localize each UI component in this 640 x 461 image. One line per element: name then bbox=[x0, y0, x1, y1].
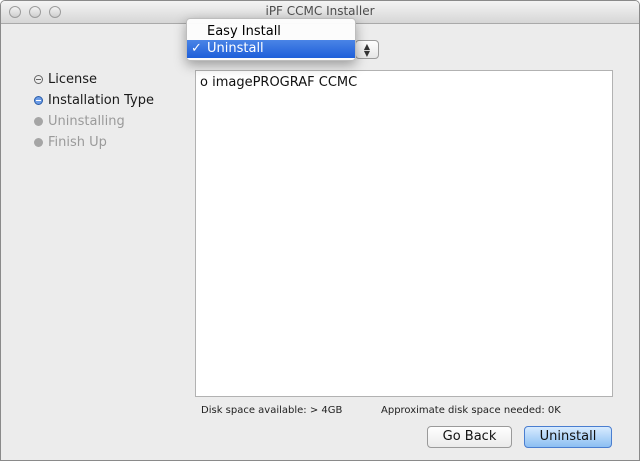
step-pending-icon bbox=[34, 117, 43, 126]
checkmark-icon: ✓ bbox=[191, 41, 202, 56]
component-list[interactable]: o imagePROGRAF CCMC bbox=[195, 70, 613, 397]
disk-space-needed: Approximate disk space needed: 0K bbox=[381, 405, 561, 416]
step-uninstalling: Uninstalling bbox=[34, 111, 154, 132]
step-finish-up: Finish Up bbox=[34, 132, 154, 153]
step-installation-type: Installation Type bbox=[34, 90, 154, 111]
installer-steps-sidebar: License Installation Type Uninstalling F… bbox=[34, 69, 154, 153]
menu-item-label: Easy Install bbox=[207, 24, 281, 39]
menu-item-label: Uninstall bbox=[207, 41, 264, 56]
menu-item-uninstall[interactable]: ✓ Uninstall bbox=[187, 40, 355, 58]
disk-space-available: Disk space available: > 4GB bbox=[201, 405, 343, 416]
window-title: iPF CCMC Installer bbox=[265, 4, 375, 18]
uninstall-button[interactable]: Uninstall bbox=[524, 426, 612, 448]
step-done-icon bbox=[34, 75, 43, 84]
menu-item-easy-install[interactable]: Easy Install bbox=[187, 23, 355, 41]
step-license: License bbox=[34, 69, 154, 90]
install-type-menu: Easy Install ✓ Uninstall bbox=[186, 18, 356, 61]
install-type-popup-button[interactable]: ▲ ▼ bbox=[355, 40, 379, 59]
list-item[interactable]: o imagePROGRAF CCMC bbox=[200, 75, 357, 90]
step-current-icon bbox=[34, 96, 43, 105]
step-pending-icon bbox=[34, 138, 43, 147]
installer-window: iPF CCMC Installer License Installation … bbox=[0, 0, 640, 461]
up-down-arrows-icon: ▲ ▼ bbox=[363, 42, 371, 58]
step-label: Uninstalling bbox=[48, 114, 125, 129]
go-back-button[interactable]: Go Back bbox=[427, 426, 512, 448]
step-label: Finish Up bbox=[48, 135, 107, 150]
step-label: Installation Type bbox=[48, 93, 154, 108]
step-label: License bbox=[48, 72, 98, 87]
